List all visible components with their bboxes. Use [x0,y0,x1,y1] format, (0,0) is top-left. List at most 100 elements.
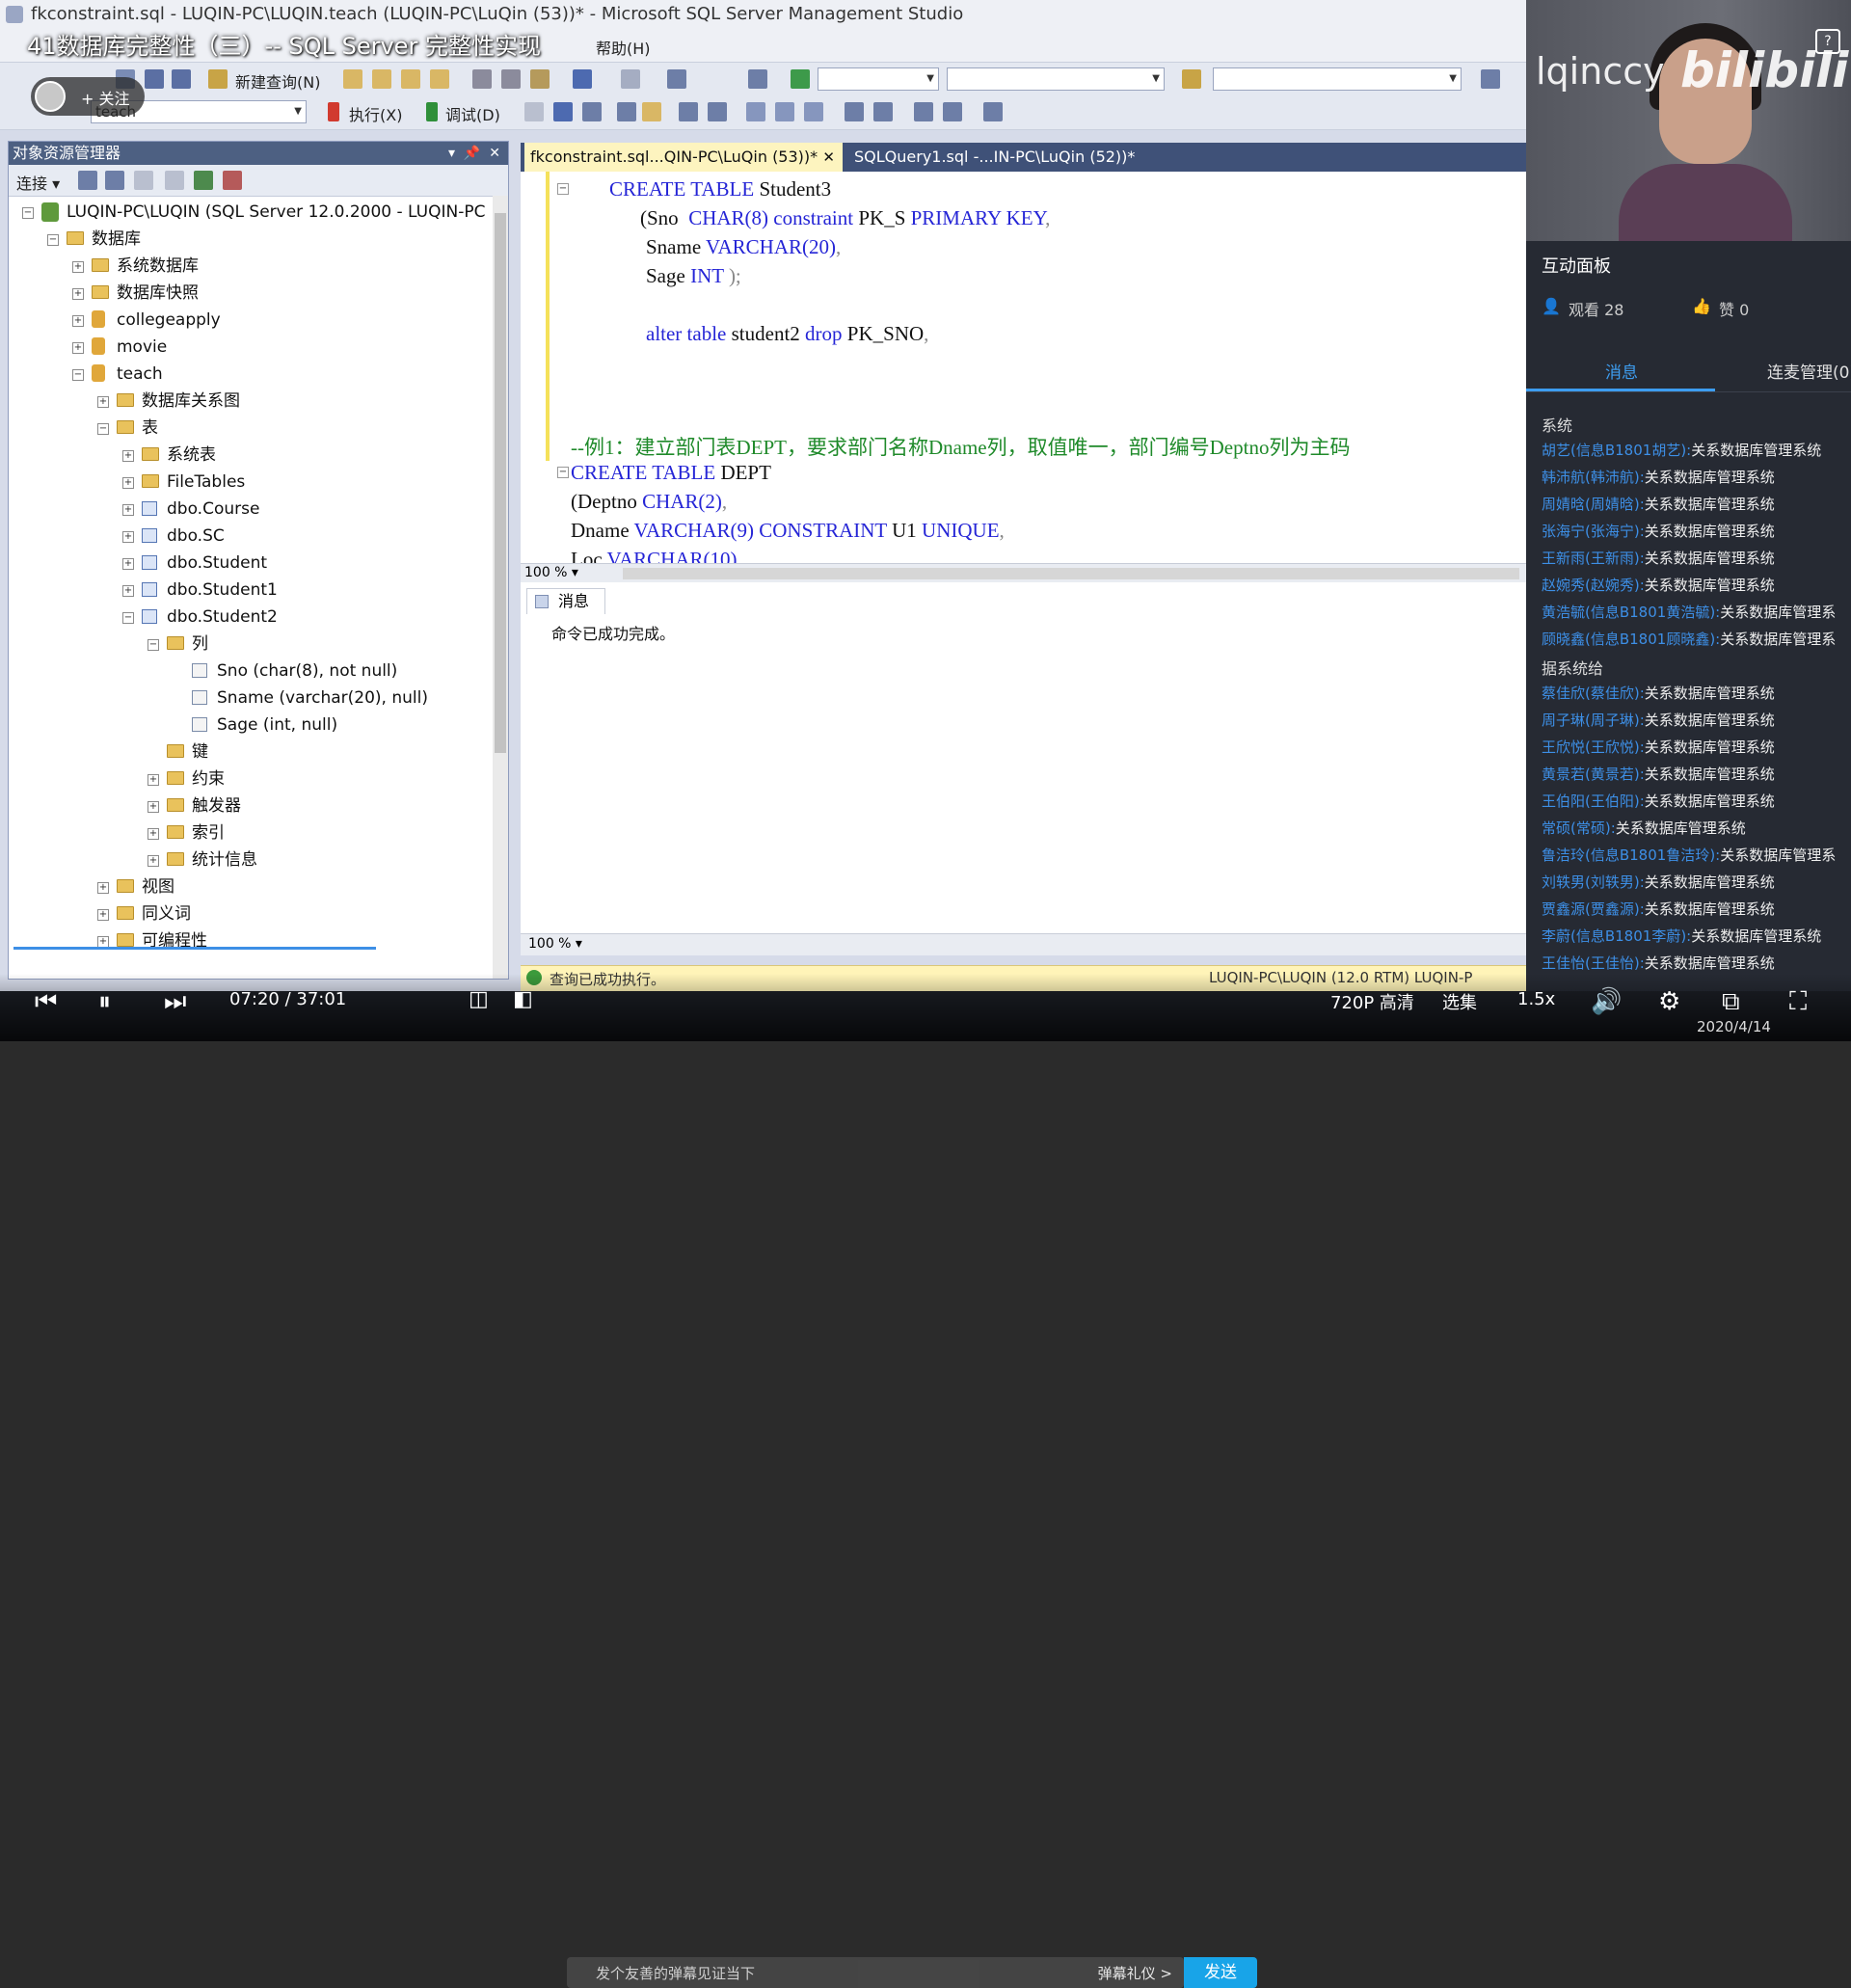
panel-window-buttons[interactable]: ▾ 📌 ✕ [448,142,500,165]
tree-node[interactable]: + dbo.SC [9,524,491,549]
expand-icon[interactable]: + [122,450,134,462]
expand-icon[interactable]: + [122,585,134,597]
undo-icon[interactable] [573,69,592,89]
analysis-query-icon[interactable] [372,69,391,89]
tree-node[interactable]: + 索引 [9,820,491,846]
tree-node[interactable]: + 统计信息 [9,847,491,873]
client-stats-icon[interactable] [708,102,727,121]
tree-node[interactable]: − LUQIN-PC\LUQIN (SQL Server 12.0.2000 - … [9,200,491,225]
menu-help[interactable]: 帮助(H) [596,36,651,59]
tree-node[interactable]: + 系统数据库 [9,254,491,279]
new-query-button[interactable]: 新建查询(N) [235,69,320,93]
results-zoom-combo[interactable]: 100 % ▾ [528,936,582,952]
collapse-icon[interactable]: − [97,423,109,435]
chat-username[interactable]: 黄景若(黄景若): [1542,766,1645,783]
tree-node[interactable]: − 数据库 [9,227,491,252]
db-engine-query-icon[interactable] [343,69,362,89]
execute-icon[interactable] [328,102,339,121]
tree-node[interactable]: + dbo.Course [9,497,491,522]
tree-node[interactable]: + 数据库关系图 [9,389,491,414]
fold-toggle-icon[interactable]: − [557,183,569,195]
connect-button[interactable]: 连接 ▾ [16,171,60,194]
speed-button[interactable]: 1.5x [1517,989,1555,1009]
tree-node[interactable]: + 视图 [9,874,491,900]
find-combo[interactable]: ▼ [1213,67,1462,91]
tree-node[interactable]: + 触发器 [9,793,491,819]
disconnect-icon[interactable] [105,171,124,190]
tree-node[interactable]: + 系统表 [9,443,491,468]
expand-icon[interactable]: + [148,855,159,867]
chat-username[interactable]: 王欣悦(王欣悦): [1542,739,1645,756]
expand-icon[interactable]: + [72,288,84,300]
prev-icon[interactable]: ⏮ [35,987,57,1017]
fullscreen-window-icon[interactable]: ⧉ [1722,987,1740,1017]
refresh-icon[interactable] [194,171,213,190]
connect-engine-icon[interactable] [78,171,97,190]
navigate-icon[interactable] [667,69,686,89]
tree-node[interactable]: + dbo.Student1 [9,578,491,603]
fold-toggle-icon[interactable]: − [557,467,569,478]
tree-node[interactable]: + movie [9,335,491,360]
estimated-plan-icon[interactable] [582,102,602,121]
expand-icon[interactable]: + [122,558,134,570]
expand-icon[interactable]: + [148,801,159,813]
chat-username[interactable]: 常硕(常硕): [1542,819,1616,837]
chat-username[interactable]: 韩沛航(韩沛航): [1542,469,1645,486]
volume-icon[interactable]: 🔊 [1591,987,1622,1016]
danmu-settings-icon[interactable]: ◧ [513,987,533,1011]
redo-icon[interactable] [621,69,640,89]
find-icon[interactable] [1182,69,1201,89]
expand-icon[interactable]: + [97,909,109,921]
quality-button[interactable]: 720P 高清 [1330,989,1414,1014]
tab-messages[interactable]: 消息 [526,588,605,614]
expand-icon[interactable]: + [122,504,134,516]
chat-username[interactable]: 王新雨(王新雨): [1542,550,1645,567]
object-explorer-scrollbar[interactable] [493,196,508,979]
chat-username[interactable]: 王佳怡(王佳怡): [1542,954,1645,972]
tree-node[interactable]: Sage (int, null) [9,712,491,738]
close-tab-icon[interactable]: ✕ [822,143,835,172]
save-all-icon[interactable] [172,69,191,89]
save-icon[interactable] [145,69,164,89]
expand-icon[interactable]: + [72,315,84,327]
solution-config-combo[interactable]: ▼ [818,67,939,91]
tree-node[interactable]: − dbo.Student2 [9,604,491,630]
collapse-icon[interactable]: − [72,369,84,381]
help-icon[interactable]: ? [1815,29,1840,54]
actual-plan-icon[interactable] [679,102,698,121]
editor-hscrollbar[interactable] [623,568,1519,579]
chat-username[interactable]: 王伯阳(王伯阳): [1542,793,1645,810]
chat-username[interactable]: 李蔚(信息B1801李蔚): [1542,927,1691,945]
debug-icon[interactable] [426,102,438,121]
expand-icon[interactable]: + [148,774,159,786]
query-options-icon[interactable] [617,102,636,121]
collapse-icon[interactable]: − [122,612,134,624]
paste-icon[interactable] [530,69,550,89]
uncomment-icon[interactable] [873,102,893,121]
collapse-icon[interactable]: − [148,639,159,651]
platform-combo[interactable]: ▼ [947,67,1165,91]
chat-username[interactable]: 蔡佳欣(蔡佳欣): [1542,685,1645,702]
start-icon[interactable] [791,69,810,89]
send-button[interactable]: 发送 [1184,1957,1257,1988]
execute-button[interactable]: 执行(X) [349,102,402,125]
filter-icon[interactable] [165,171,184,190]
chat-username[interactable]: 刘轶男(刘轶男): [1542,873,1645,891]
tab-messages-panel[interactable]: 消息 [1605,359,1638,383]
tree-node[interactable]: + 数据库快照 [9,281,491,306]
collapse-icon[interactable]: − [47,234,59,246]
tree-node[interactable]: Sname (varchar(20), null) [9,685,491,711]
expand-icon[interactable]: + [97,396,109,408]
expand-icon[interactable]: + [122,477,134,489]
mdx-query-icon[interactable] [401,69,420,89]
tab-sqlquery1[interactable]: SQLQuery1.sql -...IN-PC\LuQin (52))* [848,143,1157,172]
chat-username[interactable]: 赵婉秀(赵婉秀): [1542,577,1645,594]
xmla-query-icon[interactable] [430,69,449,89]
increase-indent-icon[interactable] [943,102,962,121]
expand-icon[interactable]: + [122,531,134,543]
expand-icon[interactable]: + [148,828,159,840]
tree-node[interactable]: 键 [9,739,491,765]
expand-icon[interactable]: + [72,342,84,354]
danmu-input[interactable]: 发个友善的弹幕见证当下 弹幕礼仪 > [567,1957,1184,1988]
copy-icon[interactable] [501,69,521,89]
